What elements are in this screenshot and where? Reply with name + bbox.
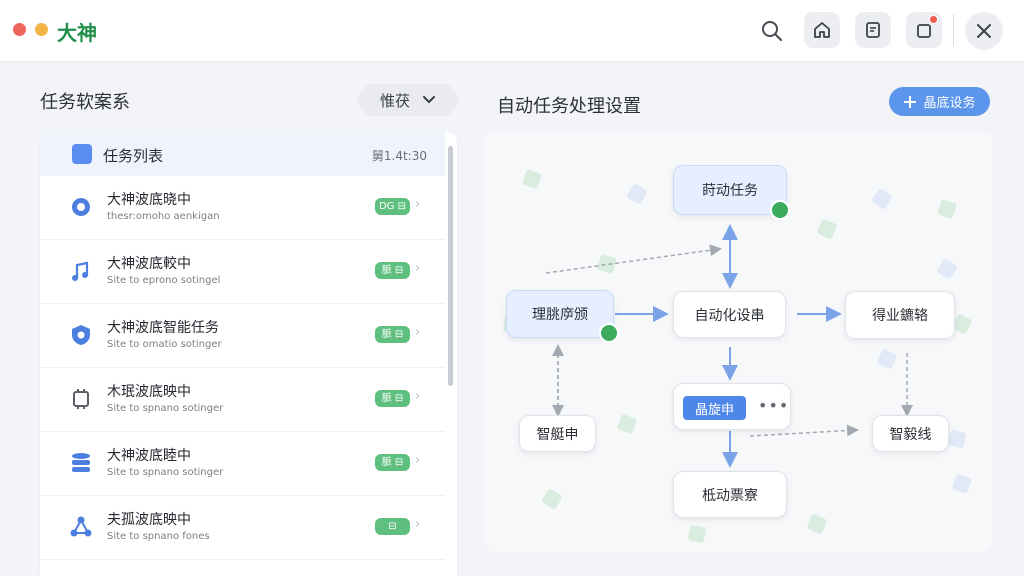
status-badge: 脈 ⊟ — [375, 454, 410, 471]
chip-icon — [73, 389, 89, 409]
list-item-subtitle: Site to spnano fones — [107, 531, 210, 542]
business-node[interactable]: 得业鑣辂 — [845, 291, 955, 339]
status-check-icon — [770, 200, 790, 220]
search-icon[interactable] — [758, 17, 786, 45]
close-button[interactable] — [965, 12, 1003, 50]
document-icon — [866, 22, 880, 38]
database-icon — [72, 453, 90, 472]
more-options-icon[interactable]: ••• — [758, 396, 789, 415]
list-item-subtitle: thesr:omoho aenkigan — [107, 211, 220, 222]
plus-icon — [904, 95, 917, 108]
ticket-node-label: 柢动票寮 — [702, 487, 758, 504]
automation-node[interactable]: 自动化设串 — [673, 291, 786, 338]
shield-icon — [72, 325, 90, 345]
task-list-count: 舅1.4t:30 — [371, 149, 427, 163]
status-badge: 脈 ⊟ — [375, 262, 410, 279]
list-item-title: 大神波底較中 — [107, 256, 191, 272]
status-badge: 脈 ⊟ — [375, 390, 410, 407]
chevron-right-icon: › — [415, 389, 421, 404]
scrollbar[interactable] — [448, 146, 453, 386]
list-item[interactable]: 夫孤波底映中 Site to spnano fones ⊟ › — [40, 496, 445, 560]
list-item[interactable]: 大神波底較中 Site to eprono sotingel 脈 ⊟ › — [40, 240, 445, 304]
list-item[interactable]: 大神波底智能任务 Site to omatio sotinger 脈 ⊟ › — [40, 304, 445, 368]
task-panel-title: 任务软案系 — [40, 92, 130, 113]
ticket-node[interactable]: 柢动票寮 — [673, 471, 787, 518]
list-item-title: 大神波底智能任务 — [107, 320, 219, 336]
list-item[interactable]: 大神波底睦中 Site to spnano sotinger 脈 ⊟ › — [40, 432, 445, 496]
workflow-canvas[interactable]: 莳动任务 理脁㡿颁 自动化设串 得业鑣辂 晶旋申 ••• 智艇申 智毅线 柢动票… — [484, 131, 993, 552]
window-close-dot[interactable] — [13, 23, 26, 36]
smart-node[interactable]: 智艇申 — [519, 415, 596, 452]
app-title: 大神 — [57, 21, 97, 45]
toolbar-divider — [953, 14, 954, 46]
smart-line-node-label: 智毅线 — [889, 426, 932, 443]
task-list-panel: 任务列表 舅1.4t:30 大神波底晓中 thesr:omoho aenkiga… — [40, 132, 457, 576]
status-badge: 脈 ⊟ — [375, 326, 410, 343]
close-icon — [977, 24, 991, 38]
notification-dot — [929, 15, 938, 24]
list-item-subtitle: Site to omatio sotinger — [107, 339, 222, 350]
start-task-node[interactable]: 莳动任务 — [673, 165, 790, 220]
filter-dropdown[interactable]: 惟茯 — [358, 84, 458, 116]
task-list-header-label: 任务列表 — [103, 147, 164, 165]
title-bar: 大神 — [0, 0, 1024, 62]
chevron-right-icon: › — [415, 517, 421, 532]
chart-icon — [72, 144, 92, 164]
list-item-subtitle: Site to spnano sotinger — [107, 467, 224, 478]
task-list-header[interactable]: 任务列表 舅1.4t:30 — [40, 132, 445, 176]
chevron-right-icon: › — [415, 197, 421, 212]
window-minimize-dot[interactable] — [35, 23, 48, 36]
document-button[interactable] — [855, 12, 891, 48]
list-item-subtitle: Site to spnano sotinger — [107, 403, 224, 414]
chevron-down-icon — [423, 96, 435, 104]
list-item[interactable]: 木珉波底映中 Site to spnano sotinger 脈 ⊟ › — [40, 368, 445, 432]
start-task-node-label: 莳动任务 — [702, 183, 758, 199]
home-button[interactable] — [804, 12, 840, 48]
share-icon — [70, 516, 92, 537]
list-item-title: 大神波底晓中 — [107, 192, 191, 208]
list-item-title: 木珉波底映中 — [107, 384, 191, 400]
chevron-right-icon: › — [415, 453, 421, 468]
source-node-label: 理脁㡿颁 — [532, 307, 588, 323]
list-item[interactable]: 大神波底晓中 thesr:omoho aenkigan DG ⊟ › — [40, 176, 445, 240]
create-task-button[interactable]: 晶底设务 — [889, 87, 990, 116]
smart-line-node[interactable]: 智毅线 — [872, 415, 949, 452]
status-badge: ⊟ — [375, 518, 410, 535]
create-task-label: 晶底设务 — [923, 96, 976, 111]
status-badge: DG ⊟ — [375, 198, 410, 215]
process-node-pill[interactable]: 晶旋申 — [683, 396, 746, 420]
chevron-right-icon: › — [415, 261, 421, 276]
chevron-right-icon: › — [415, 325, 421, 340]
business-node-label: 得业鑣辂 — [872, 308, 928, 324]
automation-node-label: 自动化设串 — [694, 307, 765, 324]
status-check-icon — [599, 323, 619, 343]
list-item-subtitle: Site to eprono sotingel — [107, 275, 221, 286]
filter-label: 惟茯 — [379, 91, 410, 110]
list-item-title: 夫孤波底映中 — [107, 512, 191, 528]
source-node[interactable]: 理脁㡿颁 — [506, 290, 619, 343]
music-note-icon — [72, 261, 89, 281]
notification-button[interactable] — [906, 12, 942, 48]
workflow-title: 自动任务处理设置 — [497, 96, 641, 117]
home-icon — [814, 22, 830, 38]
smart-node-label: 智艇申 — [536, 426, 579, 443]
process-node[interactable]: 晶旋申 ••• — [673, 383, 791, 430]
gear-icon — [72, 198, 90, 216]
list-item-title: 大神波底睦中 — [107, 448, 191, 464]
